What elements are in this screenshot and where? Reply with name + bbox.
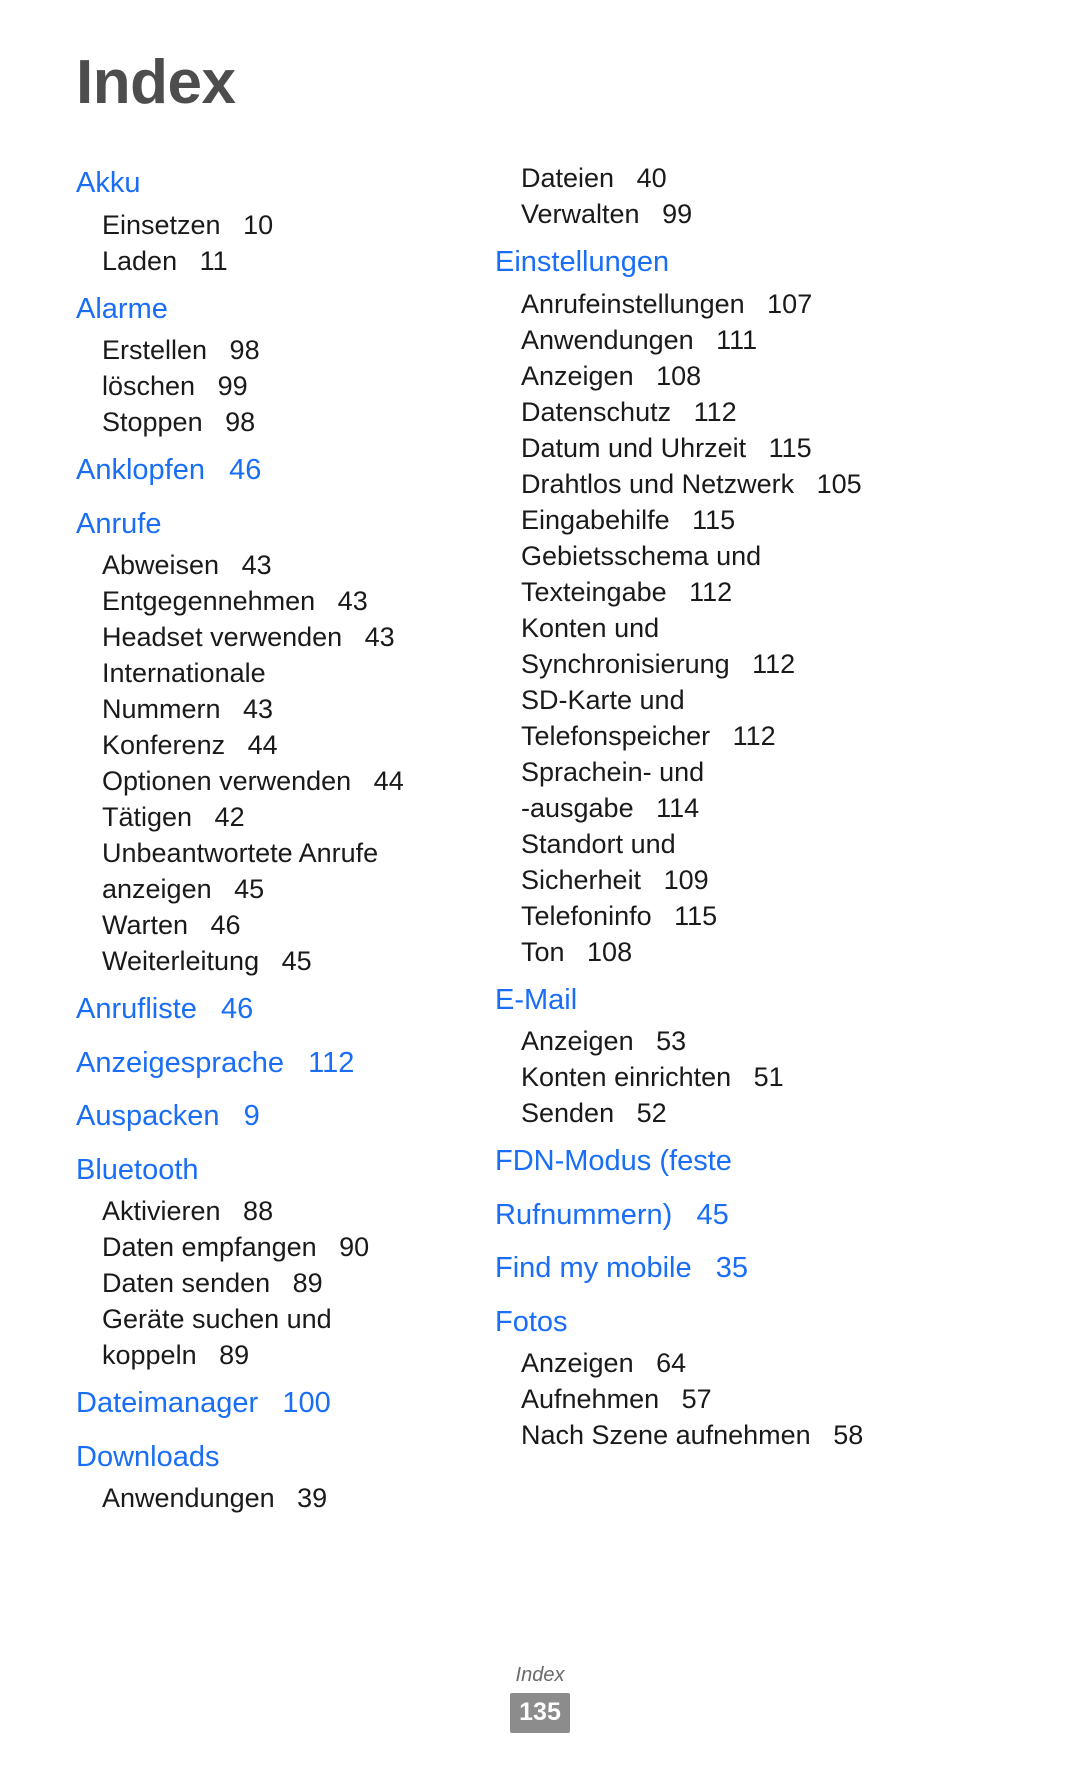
index-subentry[interactable]: Tätigen 42: [76, 799, 470, 835]
index-heading[interactable]: Anrufe: [76, 494, 470, 548]
index-subentry[interactable]: Datenschutz 112: [495, 394, 1080, 430]
index-heading[interactable]: Anzeigesprache 112: [76, 1033, 470, 1087]
index-subentry[interactable]: Erstellen 98: [76, 332, 470, 368]
index-heading[interactable]: Bluetooth: [76, 1140, 470, 1194]
index-subentry[interactable]: Anrufeinstellungen 107: [495, 286, 1080, 322]
index-heading[interactable]: Downloads: [76, 1427, 470, 1481]
index-heading[interactable]: Anklopfen 46: [76, 440, 470, 494]
index-subentry[interactable]: Standort und: [495, 826, 1080, 862]
index-heading[interactable]: E-Mail: [495, 970, 1080, 1024]
page-footer: Index 135: [0, 1662, 1080, 1733]
index-subentry[interactable]: Drahtlos und Netzwerk 105: [495, 466, 1080, 502]
footer-label: Index: [515, 1664, 565, 1686]
index-subentry[interactable]: Konten und: [495, 610, 1080, 646]
index-subentry[interactable]: Sprachein- und: [495, 754, 1080, 790]
index-columns: Akku Einsetzen 10 Laden 11 Alarme Erstellen …: [0, 160, 1080, 1516]
page-number-badge: 135: [510, 1693, 570, 1733]
index-subentry[interactable]: Gebietsschema und: [495, 538, 1080, 574]
index-subentry[interactable]: Aktivieren 88: [76, 1193, 470, 1229]
index-subentry[interactable]: Telefonspeicher 112: [495, 718, 1080, 754]
index-heading[interactable]: Rufnummern) 45: [495, 1185, 1080, 1239]
index-subentry[interactable]: Headset verwenden 43: [76, 619, 470, 655]
index-subentry[interactable]: Daten empfangen 90: [76, 1229, 470, 1265]
index-subentry[interactable]: Synchronisierung 112: [495, 646, 1080, 682]
index-subentry[interactable]: SD-Karte und: [495, 682, 1080, 718]
index-heading[interactable]: Auspacken 9: [76, 1086, 470, 1140]
index-subentry[interactable]: anzeigen 45: [76, 871, 470, 907]
index-subentry[interactable]: löschen 99: [76, 368, 470, 404]
index-subentry[interactable]: Konten einrichten 51: [495, 1059, 1080, 1095]
index-subentry[interactable]: koppeln 89: [76, 1337, 470, 1373]
index-column-left: Akku Einsetzen 10 Laden 11 Alarme Erstellen …: [0, 160, 470, 1516]
index-heading[interactable]: Find my mobile 35: [495, 1238, 1080, 1292]
index-subentry[interactable]: Einsetzen 10: [76, 207, 470, 243]
index-subentry[interactable]: Aufnehmen 57: [495, 1381, 1080, 1417]
index-subentry[interactable]: Verwalten 99: [495, 196, 1080, 232]
index-subentry[interactable]: Entgegennehmen 43: [76, 583, 470, 619]
index-subentry[interactable]: Dateien 40: [495, 160, 1080, 196]
index-heading[interactable]: Einstellungen: [495, 232, 1080, 286]
index-subentry[interactable]: Nummern 43: [76, 691, 470, 727]
index-subentry[interactable]: Stoppen 98: [76, 404, 470, 440]
index-heading[interactable]: FDN-Modus (feste: [495, 1131, 1080, 1185]
index-subentry[interactable]: Anwendungen 111: [495, 322, 1080, 358]
index-page: Index Akku Einsetzen 10 Laden 11 Alarme Erst…: [0, 0, 1080, 1771]
index-subentry[interactable]: Texteingabe 112: [495, 574, 1080, 610]
index-subentry[interactable]: Anzeigen 53: [495, 1023, 1080, 1059]
index-subentry[interactable]: Optionen verwenden 44: [76, 763, 470, 799]
index-subentry[interactable]: Anwendungen 39: [76, 1480, 470, 1516]
index-subentry[interactable]: Warten 46: [76, 907, 470, 943]
index-subentry[interactable]: Internationale: [76, 655, 470, 691]
index-subentry[interactable]: Nach Szene aufnehmen 58: [495, 1417, 1080, 1453]
index-subentry[interactable]: Geräte suchen und: [76, 1301, 470, 1337]
index-column-right: Dateien 40 Verwalten 99 Einstellungen Anruf…: [470, 160, 1080, 1453]
index-subentry[interactable]: Abweisen 43: [76, 547, 470, 583]
index-heading[interactable]: Fotos: [495, 1292, 1080, 1346]
index-heading[interactable]: Anrufliste 46: [76, 979, 470, 1033]
index-subentry[interactable]: Sicherheit 109: [495, 862, 1080, 898]
page-title: Index: [76, 48, 236, 117]
index-subentry[interactable]: Weiterleitung 45: [76, 943, 470, 979]
index-subentry[interactable]: Konferenz 44: [76, 727, 470, 763]
index-subentry[interactable]: -ausgabe 114: [495, 790, 1080, 826]
index-subentry[interactable]: Anzeigen 64: [495, 1345, 1080, 1381]
index-heading[interactable]: Dateimanager 100: [76, 1373, 470, 1427]
index-subentry[interactable]: Laden 11: [76, 243, 470, 279]
index-subentry[interactable]: Eingabehilfe 115: [495, 502, 1080, 538]
index-subentry[interactable]: Ton 108: [495, 934, 1080, 970]
index-subentry[interactable]: Daten senden 89: [76, 1265, 470, 1301]
index-heading[interactable]: Alarme: [76, 279, 470, 333]
index-subentry[interactable]: Anzeigen 108: [495, 358, 1080, 394]
index-subentry[interactable]: Telefoninfo 115: [495, 898, 1080, 934]
index-heading[interactable]: Akku: [76, 160, 470, 207]
index-subentry[interactable]: Senden 52: [495, 1095, 1080, 1131]
index-subentry[interactable]: Datum und Uhrzeit 115: [495, 430, 1080, 466]
index-subentry[interactable]: Unbeantwortete Anrufe: [76, 835, 470, 871]
